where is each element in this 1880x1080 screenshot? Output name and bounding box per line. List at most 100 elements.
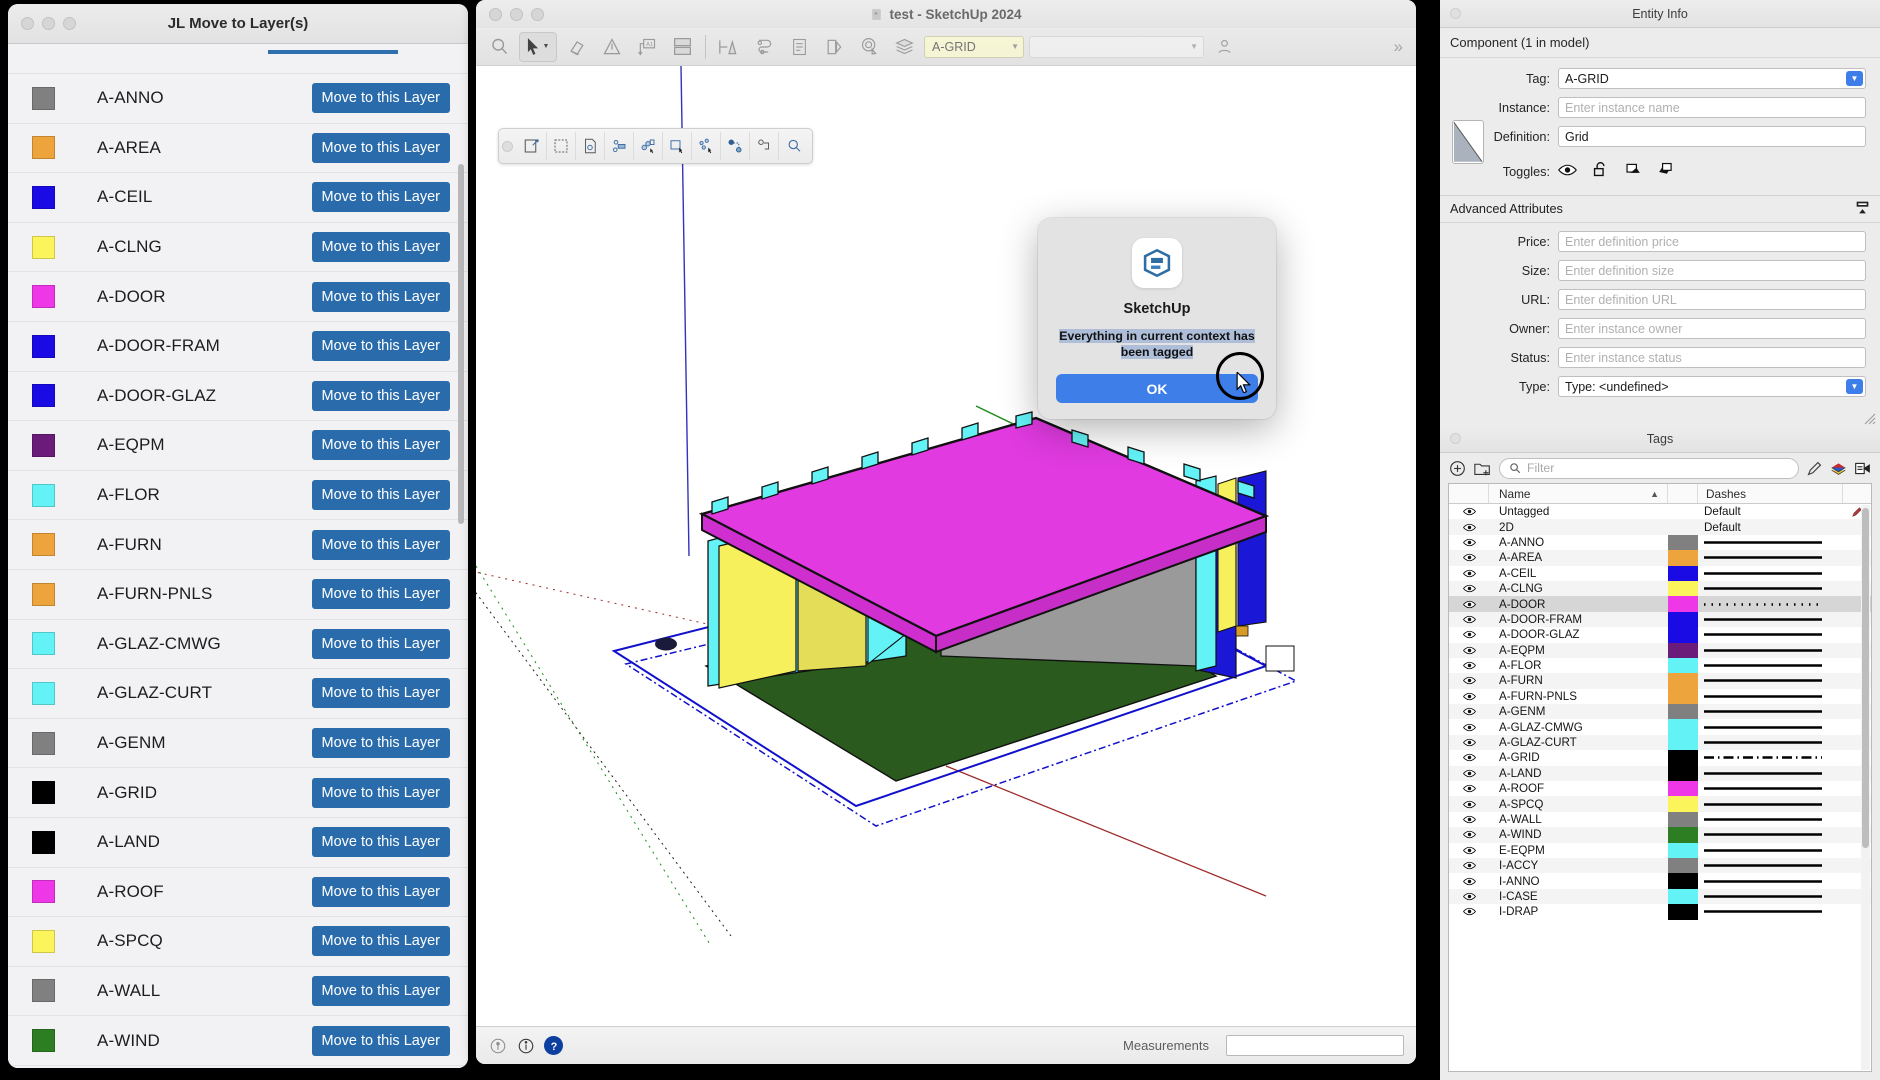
tag-row[interactable]: A-ROOF (1449, 781, 1871, 796)
tag-color-swatch[interactable] (1668, 643, 1698, 658)
tag-row[interactable]: A-GRID (1449, 750, 1871, 765)
tag-row[interactable]: A-FURN (1449, 673, 1871, 688)
field-input[interactable]: Enter instance owner (1558, 318, 1866, 339)
tag-dash-style[interactable] (1698, 679, 1843, 682)
tag-dash-style[interactable] (1698, 880, 1843, 883)
tag-visibility-toggle[interactable] (1449, 753, 1489, 762)
tag-visibility-toggle[interactable] (1449, 861, 1489, 870)
move-to-layer-button[interactable]: Move to this Layer (312, 678, 450, 708)
tag-dash-style[interactable] (1698, 803, 1843, 806)
model-viewport[interactable]: SketchUp Everything in current context h… (476, 66, 1416, 1026)
tag-color-swatch[interactable] (1668, 689, 1698, 704)
move-to-layer-button[interactable]: Move to this Layer (312, 629, 450, 659)
tag-visibility-toggle[interactable] (1449, 707, 1489, 716)
edit-attributes-icon[interactable] (518, 132, 547, 160)
tag-dash-style[interactable] (1698, 772, 1843, 775)
tag-visibility-toggle[interactable] (1449, 569, 1489, 578)
search-icon[interactable] (484, 32, 514, 62)
tag-color-swatch[interactable] (1668, 904, 1698, 919)
field-input[interactable]: Enter definition price (1558, 231, 1866, 252)
tag-row[interactable]: A-FURN-PNLS (1449, 689, 1871, 704)
tag-dash-style[interactable] (1698, 910, 1843, 913)
tag-color-swatch[interactable] (1668, 889, 1698, 904)
move-to-layer-button[interactable]: Move to this Layer (312, 331, 450, 361)
tag-visibility-toggle[interactable] (1449, 877, 1489, 886)
tag-color-swatch[interactable] (1668, 781, 1698, 796)
tag-visibility-toggle[interactable] (1449, 892, 1489, 901)
field-input[interactable]: Type: <undefined>▼ (1558, 376, 1866, 397)
window-controls[interactable] (21, 17, 76, 30)
field-input[interactable]: Enter instance name (1558, 97, 1866, 118)
tag-color-swatch[interactable] (1668, 519, 1698, 534)
field-input[interactable]: Enter instance status (1558, 347, 1866, 368)
panel-resize-grip[interactable] (1440, 413, 1880, 425)
tag-dash-style[interactable] (1698, 710, 1843, 713)
move-to-layer-button[interactable]: Move to this Layer (312, 728, 450, 758)
tag-color-swatch[interactable] (1668, 550, 1698, 565)
tag-dash-style[interactable] (1698, 756, 1843, 759)
tag-dash-style[interactable] (1698, 618, 1843, 621)
tag-row[interactable]: A-WALL (1449, 812, 1871, 827)
col-name[interactable]: Name ▲ (1489, 484, 1668, 503)
tag-color-swatch[interactable] (1668, 873, 1698, 888)
move-to-layer-button[interactable]: Move to this Layer (312, 976, 450, 1006)
style-selector[interactable]: ▼ (1029, 36, 1204, 58)
unlock-icon[interactable] (1592, 161, 1609, 183)
tag-visibility-toggle[interactable] (1449, 523, 1489, 532)
tag-row[interactable]: I-ANNO (1449, 873, 1871, 888)
tag-color-swatch[interactable] (1668, 612, 1698, 627)
tag-color-swatch[interactable] (1668, 596, 1698, 611)
tag-details-icon[interactable] (1854, 460, 1871, 477)
color-swatches-icon[interactable] (1830, 460, 1847, 477)
tag-row[interactable]: A-FLOR (1449, 658, 1871, 673)
select-by-attribute-icon[interactable] (547, 132, 576, 160)
move-to-layer-button[interactable]: Move to this Layer (312, 83, 450, 113)
tag-dash-style[interactable] (1698, 603, 1843, 606)
tag-visibility-toggle[interactable] (1449, 800, 1489, 809)
tag-visibility-toggle[interactable] (1449, 769, 1489, 778)
apply-attribute-icon[interactable] (721, 132, 750, 160)
add-tag-icon[interactable] (1449, 460, 1466, 477)
eraser-icon[interactable] (562, 32, 592, 62)
field-input[interactable]: A-GRID▼ (1558, 68, 1866, 89)
toolbar-drag-grip[interactable] (502, 141, 513, 152)
close-button[interactable] (21, 17, 34, 30)
move-to-layer-button[interactable]: Move to this Layer (312, 182, 450, 212)
tag-dash-style[interactable] (1698, 633, 1843, 636)
tag-dash-style[interactable] (1698, 541, 1843, 544)
tag-visibility-toggle[interactable] (1449, 584, 1489, 593)
collapse-panel-icon[interactable] (1855, 200, 1870, 218)
geolocate-icon[interactable] (854, 32, 884, 62)
tags-stack-icon[interactable] (889, 32, 919, 62)
tag-color-swatch[interactable] (1668, 766, 1698, 781)
tag-dash-style[interactable] (1698, 587, 1843, 590)
toolbar-overflow-button[interactable]: » (1394, 37, 1408, 57)
tag-visibility-toggle[interactable] (1449, 830, 1489, 839)
text-label-icon[interactable]: A1 (632, 32, 662, 62)
tag-row[interactable]: A-CEIL (1449, 566, 1871, 581)
move-to-layer-button[interactable]: Move to this Layer (312, 530, 450, 560)
tag-visibility-toggle[interactable] (1449, 907, 1489, 916)
tag-color-swatch[interactable] (1668, 535, 1698, 550)
tag-row[interactable]: A-DOOR (1449, 596, 1871, 611)
tag-visibility-toggle[interactable] (1449, 538, 1489, 547)
advanced-attributes-header[interactable]: Advanced Attributes (1440, 195, 1880, 223)
add-tag-folder-icon[interactable] (1473, 460, 1492, 477)
tags-collapse-dot[interactable] (1450, 433, 1461, 444)
report-icon[interactable] (784, 32, 814, 62)
tag-color-swatch[interactable] (1668, 658, 1698, 673)
tag-dash-style[interactable]: Default (1698, 505, 1843, 518)
tag-visibility-toggle[interactable] (1449, 630, 1489, 639)
dimension-icon[interactable] (714, 32, 744, 62)
move-to-layer-button[interactable]: Move to this Layer (312, 778, 450, 808)
scatter-attribute-icon[interactable] (692, 132, 721, 160)
tag-color-swatch[interactable] (1668, 735, 1698, 750)
tag-color-swatch[interactable] (1668, 673, 1698, 688)
warning-icon[interactable] (597, 32, 627, 62)
tag-row[interactable]: A-GLAZ-CURT (1449, 735, 1871, 750)
maximize-button[interactable] (63, 17, 76, 30)
inspect-attribute-icon[interactable] (779, 132, 808, 160)
tag-color-swatch[interactable] (1668, 581, 1698, 596)
tag-dash-style[interactable] (1698, 895, 1843, 898)
tags-scrollbar-thumb[interactable] (1862, 508, 1869, 848)
